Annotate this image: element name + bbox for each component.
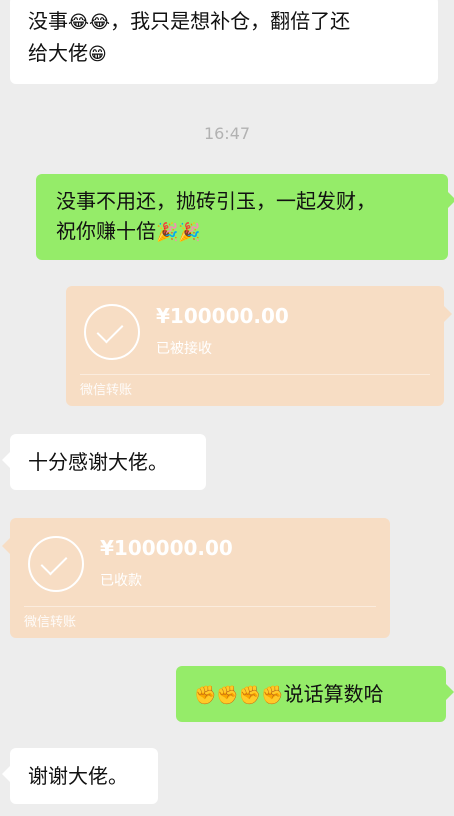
message-bubble-outgoing[interactable]: ✊✊✊✊说话算数哈 (176, 666, 454, 722)
message-text: ，我只是想补仓，翻倍了还 (110, 9, 351, 33)
transfer-footer: 微信转账 (24, 615, 77, 630)
message-text: 祝你赚十倍 (56, 219, 156, 243)
transfer-amount: ¥100000.00 (156, 304, 289, 328)
transfer-card-incoming[interactable]: ¥100000.00 已收款 微信转账 (2, 518, 390, 638)
transfer-divider (24, 606, 376, 607)
message-bubble-outgoing[interactable]: 没事不用还，抛砖引玉，一起发财， 祝你赚十倍🎉🎉 (36, 174, 454, 260)
check-circle-icon (84, 304, 140, 360)
message-text: 给大佬 (28, 41, 88, 65)
transfer-status: 已被接收 (156, 341, 212, 357)
laughing-emoji-icon: 😂😂 (68, 12, 111, 33)
message-text: 说话算数哈 (283, 682, 384, 706)
message-bubble-incoming[interactable]: 谢谢大佬。 (2, 748, 158, 804)
message-text: 没事 (28, 9, 68, 33)
message-text: 谢谢大佬。 (28, 764, 128, 788)
message-text: 十分感谢大佬。 (28, 450, 168, 474)
message-text-line: 祝你赚十倍🎉🎉 (56, 216, 428, 248)
message-bubble-incoming[interactable]: 没事😂😂，我只是想补仓，翻倍了还 给大佬😁 (10, 0, 438, 84)
message-bubble-incoming[interactable]: 十分感谢大佬。 (2, 434, 206, 490)
transfer-status: 已收款 (100, 573, 142, 589)
raised-fist-emoji-icon: ✊✊✊✊ (194, 685, 284, 706)
timestamp: 16:47 (203, 124, 251, 143)
party-popper-emoji-icon: 🎉🎉 (156, 222, 201, 243)
grin-emoji-icon: 😁 (88, 44, 107, 65)
transfer-divider (80, 374, 430, 375)
transfer-card-outgoing[interactable]: ¥100000.00 已被接收 微信转账 (66, 286, 452, 406)
message-text-line: 给大佬😁 (28, 38, 420, 70)
transfer-footer: 微信转账 (80, 383, 133, 398)
transfer-amount: ¥100000.00 (100, 536, 233, 560)
message-text-line: 没事不用还，抛砖引玉，一起发财， (56, 189, 376, 213)
check-circle-icon (28, 536, 84, 592)
message-text-line: 没事😂😂，我只是想补仓，翻倍了还 (28, 6, 420, 38)
